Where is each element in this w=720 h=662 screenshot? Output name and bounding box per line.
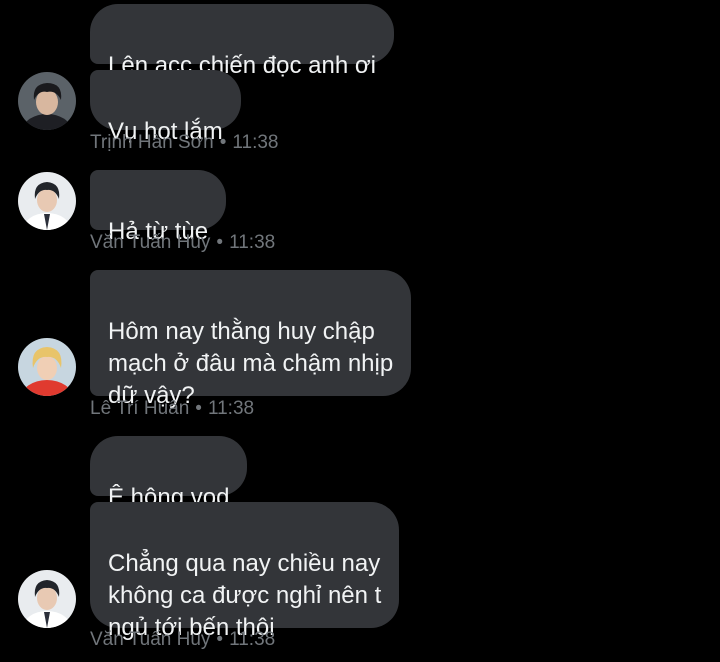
message-bubble[interactable]: Ê hông vod (90, 436, 248, 511)
message-meta: Trịnh Hàn Sơn • 11:38 (90, 132, 279, 154)
avatar-white-shirt-icon[interactable] (18, 570, 76, 628)
meta-separator: • (216, 629, 224, 650)
avatar-dark-hair-icon[interactable] (18, 72, 76, 130)
message-text: Chẳng qua nay chiều nay không ca được ng… (108, 550, 382, 641)
message-bubble[interactable]: Hôm nay thằng huy chập mạch ở đâu mà chậ… (90, 270, 412, 409)
message-bubble[interactable]: Chẳng qua nay chiều nay không ca được ng… (90, 502, 400, 641)
avatar-blonde-hair-icon[interactable] (18, 338, 76, 396)
meta-separator: • (195, 398, 202, 419)
message-time: 11:38 (229, 629, 276, 650)
sender-name[interactable]: Trịnh Hàn Sơn (90, 132, 214, 153)
message-bubble[interactable]: Vụ hot lắm (90, 70, 241, 145)
message-bubble[interactable]: Lên acc chiến đọc anh ơi (90, 4, 394, 79)
message-meta: Văn Tuấn Huy • 11:38 (90, 232, 275, 254)
message-time: 11:38 (232, 132, 279, 153)
message-meta: Văn Tuấn Huy • 11:38 (90, 629, 275, 651)
avatar-white-shirt-icon[interactable] (18, 172, 76, 230)
message-time: 11:38 (229, 232, 276, 253)
meta-separator: • (219, 132, 227, 153)
message-text: Hôm nay thằng huy chập mạch ở đâu mà chậ… (108, 318, 394, 409)
message-meta: Lê Trí Huân • 11:38 (90, 398, 254, 420)
meta-separator: • (216, 232, 224, 253)
sender-name[interactable]: Lê Trí Huân (90, 398, 189, 419)
message-bubble[interactable]: Hả từ tùe (90, 170, 227, 245)
message-time: 11:38 (207, 398, 255, 419)
sender-name[interactable]: Văn Tuấn Huy (90, 629, 210, 650)
sender-name[interactable]: Văn Tuấn Huy (90, 232, 210, 253)
